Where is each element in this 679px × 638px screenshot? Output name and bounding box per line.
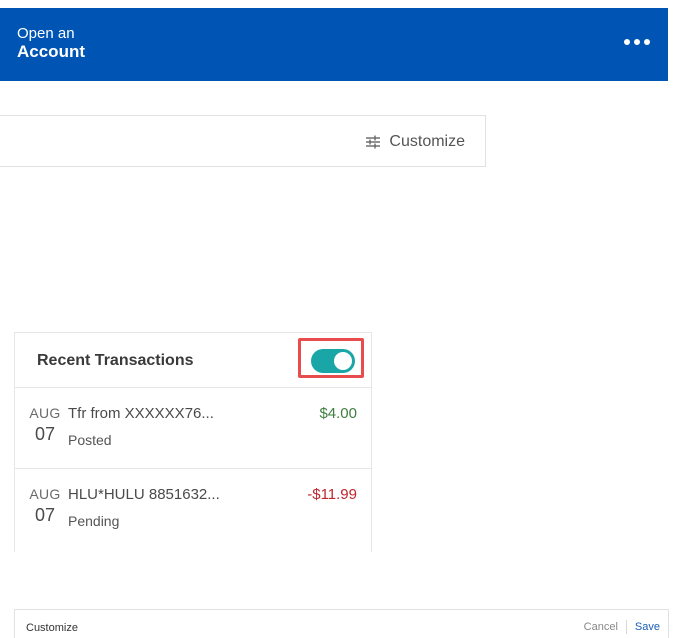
transaction-status: Pending [68,513,120,529]
customize-button[interactable]: Customize [365,130,465,154]
transaction-day: 07 [34,505,56,525]
toggle-highlight-box [298,338,364,378]
header-title-line1: Open an [17,25,75,42]
card-title: Recent Transactions [37,352,194,369]
transaction-status: Posted [68,432,112,448]
open-account-link[interactable]: Open an Account [17,25,85,62]
transaction-amount: -$11.99 [307,486,357,503]
more-options-icon[interactable] [624,32,650,52]
page: Open an Account Customize Recent Transac… [0,0,679,638]
transaction-description: HLU*HULU 8851632... [68,486,220,503]
transaction-row[interactable]: AUG 07 Tfr from XXXXXX76... Posted $4.00 [15,388,371,469]
transaction-date: AUG 07 [27,405,63,445]
transaction-month: AUG [29,486,61,502]
save-button[interactable]: Save [635,621,660,633]
transaction-date: AUG 07 [27,486,63,526]
customize-bar: Customize [0,115,486,167]
transaction-amount: $4.00 [319,405,357,422]
recent-transactions-card: Recent Transactions AUG 07 Tfr from XXXX… [14,332,372,552]
sliders-icon [365,134,381,150]
footer-actions: Cancel Save [584,620,660,634]
cancel-button[interactable]: Cancel [584,621,618,633]
transaction-description: Tfr from XXXXXX76... [68,405,214,422]
card-header: Recent Transactions [15,333,371,388]
customize-label: Customize [389,133,465,150]
dot [644,39,650,45]
customize-footer: Customize Cancel Save [14,609,669,638]
visibility-toggle[interactable] [311,349,355,373]
transaction-day: 07 [34,424,56,444]
toggle-knob [334,352,352,370]
header-title-line2: Account [17,42,85,62]
footer-title: Customize [26,622,78,634]
top-header: Open an Account [0,8,668,81]
transaction-row[interactable]: AUG 07 HLU*HULU 8851632... Pending -$11.… [15,469,371,550]
divider [625,620,627,634]
dot [634,39,640,45]
dot [624,39,630,45]
transaction-month: AUG [29,405,61,421]
